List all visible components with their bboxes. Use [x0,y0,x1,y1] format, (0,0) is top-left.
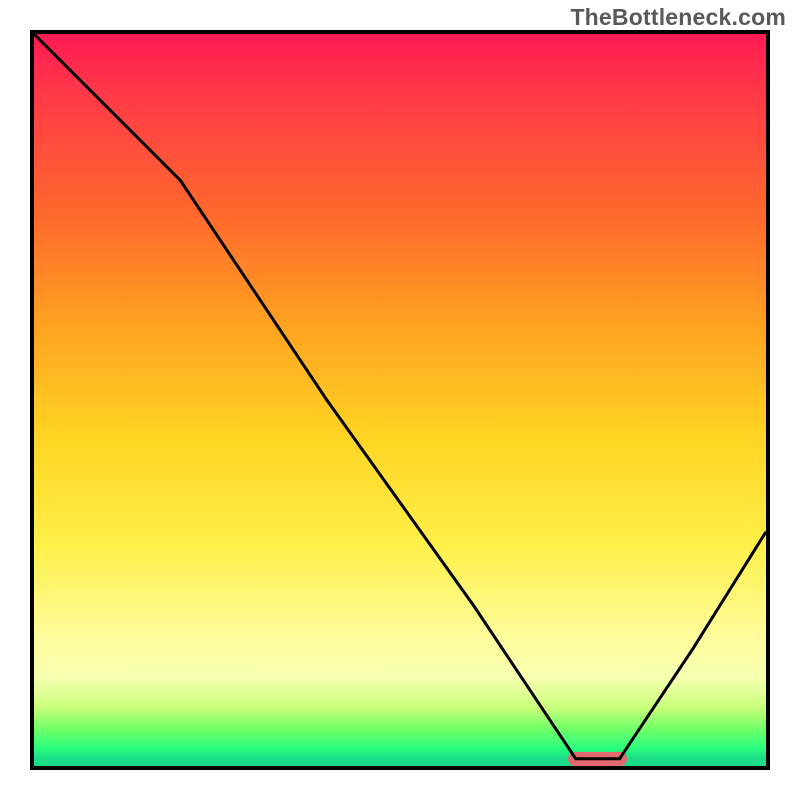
watermark-text: TheBottleneck.com [570,4,786,31]
plot-frame [30,30,770,770]
gradient-background [34,34,766,766]
chart-canvas: TheBottleneck.com [0,0,800,800]
